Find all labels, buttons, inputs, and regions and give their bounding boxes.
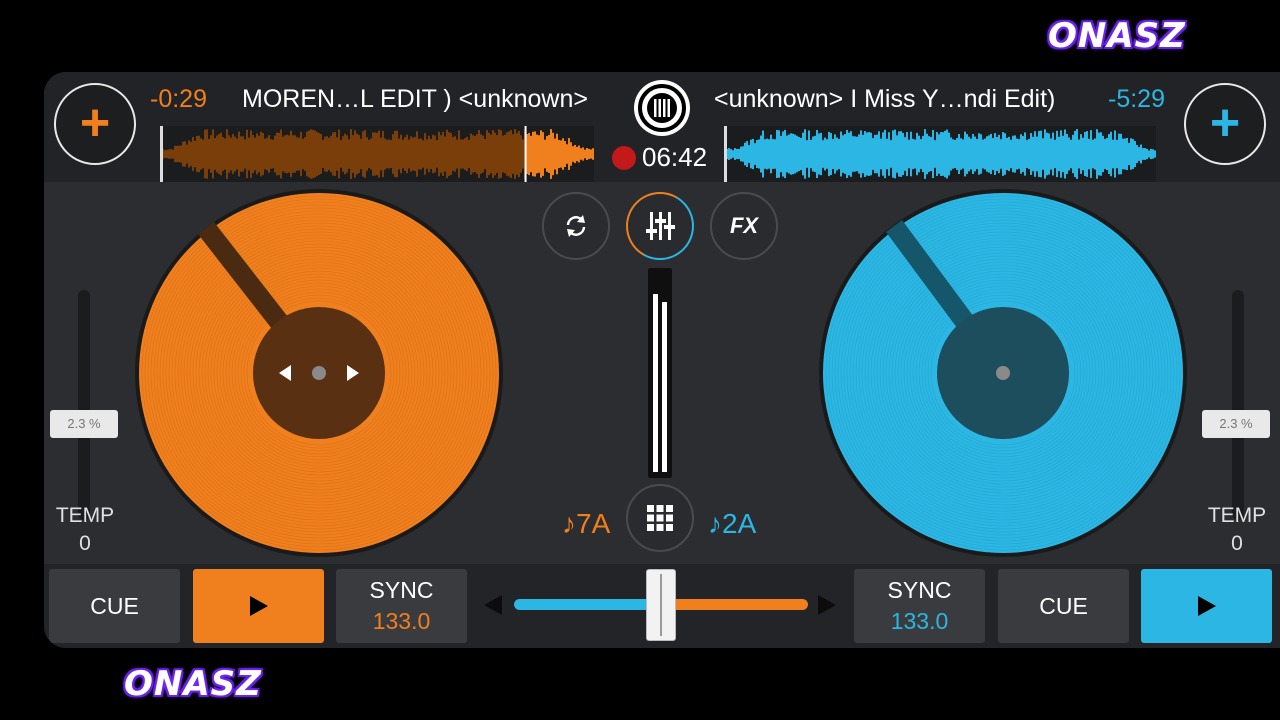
deck-b-time-remaining: -5:29 [1108, 85, 1165, 113]
grid-icon [647, 505, 673, 531]
crossfader-handle[interactable] [646, 569, 676, 641]
crossfader-left-arrow-icon[interactable] [484, 595, 502, 615]
watermark-top: ONASZ [1048, 16, 1186, 56]
deck-a-tempo-label: TEMP 0 [55, 504, 115, 555]
deck-a-platter[interactable] [134, 188, 504, 558]
deck-a-key[interactable]: ♪7A [562, 508, 610, 540]
deck-b-tempo-slider[interactable] [1232, 290, 1244, 520]
loop-icon [566, 215, 586, 237]
deck-a-waveform[interactable] [160, 126, 594, 182]
mixer-sliders-icon [646, 212, 675, 240]
deck-a-sync-button[interactable]: SYNC 133.0 [336, 569, 467, 643]
deck-b-tempo-value[interactable]: 2.3 % [1202, 410, 1270, 438]
deck-a-cue-button[interactable]: CUE [49, 569, 180, 643]
loop-button[interactable] [542, 192, 610, 260]
deck-b-cue-button[interactable]: CUE [998, 569, 1129, 643]
deck-area: 2.3 % TEMP 0 FX ♪7A ♪2A 2.3 % TEMP 0 [44, 182, 1280, 564]
deck-a-time-remaining: -0:29 [150, 85, 207, 113]
deck-b-play-button[interactable] [1141, 569, 1272, 643]
deck-b-add-track-button[interactable]: + [1184, 83, 1266, 165]
deck-b-key[interactable]: ♪2A [708, 508, 756, 540]
play-icon [249, 596, 268, 616]
deck-b-bpm: 133.0 [890, 608, 949, 634]
deck-a-tempo-slider[interactable] [78, 290, 90, 520]
volume-meter-right-bar [662, 301, 667, 472]
record-indicator-icon[interactable] [612, 146, 636, 170]
deck-a-bpm: 133.0 [372, 608, 431, 634]
deck-b-sync-button[interactable]: SYNC 133.0 [854, 569, 985, 643]
deck-a-add-track-button[interactable]: + [54, 83, 136, 165]
pads-grid-button[interactable] [626, 484, 694, 552]
deck-a-track-title[interactable]: MOREN…L EDIT ) <unknown> [242, 85, 588, 114]
deck-b-tempo-label: TEMP 0 [1207, 504, 1267, 555]
vinyl-logo-icon[interactable] [634, 80, 690, 136]
recording-time: 06:42 [642, 142, 708, 172]
deck-a-tempo-value[interactable]: 2.3 % [50, 410, 118, 438]
crossfader-right-arrow-icon[interactable] [818, 595, 836, 615]
play-icon [1197, 596, 1216, 616]
volume-meter [648, 268, 672, 478]
mixer-button[interactable] [626, 192, 694, 260]
bottom-controls: CUE SYNC 133.0 SYNC 133.0 CUE [44, 564, 1280, 648]
deck-b-track-title[interactable]: <unknown> I Miss Y…ndi Edit) [714, 85, 1055, 114]
deck-a-play-button[interactable] [193, 569, 324, 643]
volume-meter-left-bar [653, 293, 658, 472]
dj-app: + -0:29 MOREN…L EDIT ) <unknown> <unknow… [44, 72, 1280, 648]
deck-b-waveform[interactable] [724, 126, 1156, 182]
fx-button[interactable]: FX [710, 192, 778, 260]
watermark-bottom: ONASZ [124, 664, 262, 704]
deck-b-platter[interactable] [818, 188, 1188, 558]
top-bar: + -0:29 MOREN…L EDIT ) <unknown> <unknow… [44, 72, 1280, 182]
